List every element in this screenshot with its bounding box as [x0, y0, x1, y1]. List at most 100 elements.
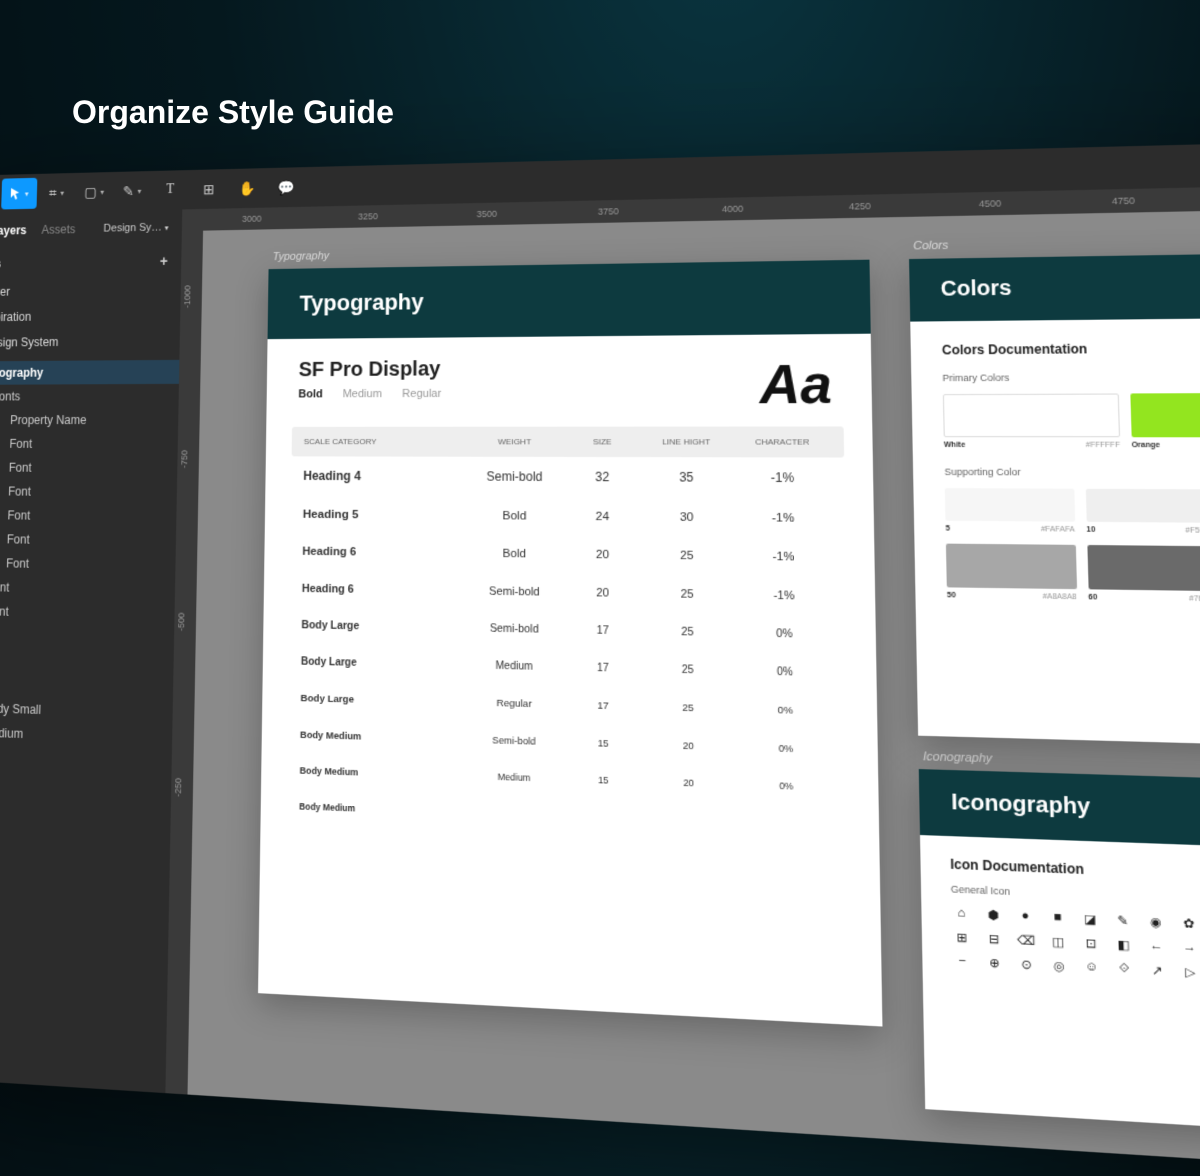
iconography-frame[interactable]: Iconography Icon Documentation General I… [919, 769, 1200, 1149]
layer-item[interactable]: ⦀Font [0, 551, 176, 578]
layer-label: Body Small [0, 701, 41, 717]
icon-sample: ✎ [1112, 913, 1133, 929]
layer-item[interactable]: ⦀ Font [0, 479, 177, 504]
icon-sample: ← [1146, 939, 1168, 955]
page-item[interactable]: Design System [0, 328, 180, 356]
layer-item[interactable]: #Typography [0, 360, 179, 385]
layer-type-icon: ⦀ [0, 414, 3, 427]
card-title: Colors [909, 249, 1200, 321]
color-swatch[interactable]: 5#FAFAFA [945, 488, 1075, 534]
icon-sample: ◎ [1048, 958, 1069, 974]
icon-sample: ⌫ [1016, 933, 1037, 949]
frame-label[interactable]: Iconography [923, 750, 992, 765]
layer-item[interactable]: ⦀Font [0, 503, 177, 529]
shape-tool-button[interactable]: ▢▾ [76, 176, 113, 208]
typography-frame[interactable]: Typography SF Pro Display Bold Medium Re… [258, 260, 882, 1027]
icon-sample: ⊕ [984, 955, 1005, 971]
color-swatch[interactable]: 50#A8A8A8 [946, 544, 1077, 602]
layer-type-icon: ⦀ [0, 461, 1, 474]
icon-sample: ⬢ [983, 907, 1004, 923]
layer-label: Font [0, 604, 9, 618]
icon-sample: ■ [1047, 910, 1068, 926]
layer-item[interactable]: ⦀ Font [0, 456, 178, 481]
layer-label: Fonts [0, 390, 20, 404]
move-tool-button[interactable]: ▾ [1, 178, 37, 210]
icon-sample: ⟐ [1114, 961, 1135, 977]
font-weight-label: Medium [343, 388, 382, 400]
layer-item[interactable]: ⦀Font [0, 575, 175, 603]
comment-tool-button[interactable]: 💬 [268, 171, 306, 204]
icon-sample: ◧ [1113, 937, 1134, 953]
layer-label: Font [7, 532, 30, 546]
label: Supporting Color [944, 466, 1200, 479]
icon-sample: ◪ [1080, 912, 1101, 928]
label: Primary Colors [942, 370, 1200, 384]
colors-frame[interactable]: Colors Colors Documentation Primary Colo… [909, 249, 1200, 753]
layer-label: Font [8, 485, 31, 499]
layer-label: Font [0, 580, 9, 594]
icon-sample: ☺ [1081, 960, 1102, 976]
layer-label: Font [7, 508, 30, 522]
layer-type-icon: ⦀ [0, 485, 1, 498]
color-swatch[interactable]: 10#F5F5F5 [1085, 489, 1200, 535]
frame-label[interactable]: Typography [273, 250, 330, 263]
icon-sample: ◫ [1048, 934, 1069, 950]
icon-sample: ● [1015, 909, 1036, 925]
font-weight-label: Bold [298, 388, 322, 400]
icon-sample: ✿ [1178, 916, 1200, 932]
left-sidebar: ⌕ Layers Assets Design Sy… ▾ Pages + Cov… [0, 209, 182, 1093]
font-family-name: SF Pro Display [299, 355, 837, 382]
icon-sample: ↗ [1146, 963, 1168, 979]
tab-layers[interactable]: Layers [0, 223, 27, 237]
layer-item[interactable]: ⦀Font [0, 647, 174, 677]
pages-header: Pages + [0, 245, 182, 280]
frame-tool-button[interactable]: ⌗▾ [38, 177, 74, 209]
layer-label: Font [6, 556, 29, 570]
add-page-button[interactable]: + [160, 253, 168, 269]
layer-item[interactable]: ⦀ Font [0, 432, 178, 456]
table-row: Heading 4Semi-bold3235-1% [291, 456, 845, 498]
layer-item[interactable]: ⦀Font [0, 623, 174, 652]
color-swatch[interactable]: Orange#7FEC11 [1130, 393, 1200, 450]
layer-item[interactable]: ⦀ Property Name [0, 408, 178, 432]
page-item[interactable]: Cover [0, 276, 181, 305]
card-title: Typography [268, 260, 871, 339]
icon-sample: ⊡ [1080, 936, 1101, 952]
color-swatch[interactable]: 60#767676 [1087, 545, 1200, 604]
layer-label: Property Name [10, 413, 87, 427]
icon-sample: ⊞ [952, 930, 973, 946]
icon-sample: ▷ [1180, 964, 1200, 980]
color-swatch[interactable]: White#FFFFFF [943, 393, 1120, 449]
canvas[interactable]: -1000-750-500-250 3000325035003750400042… [165, 182, 1200, 1176]
layer-type-icon: ⦀ [0, 437, 2, 450]
font-sample: Aa [759, 353, 832, 417]
icon-sample: ◉ [1145, 914, 1167, 930]
text-tool-button[interactable]: T [152, 174, 189, 206]
table-header: SCALE CATEGORY WEIGHT SIZE LINE HIGHT CH… [292, 426, 844, 457]
layer-item[interactable]: ≡Fonts [0, 384, 179, 409]
table-row: Heading 5Bold2430-1% [291, 495, 846, 538]
section-heading: Colors Documentation [942, 338, 1200, 358]
layer-label: Medium [0, 726, 23, 741]
icon-sample: − [952, 954, 973, 970]
figma-app-window: ▾ ▾ ⌗▾ ▢▾ ✎▾ T ⊞ ✋ 💬 Dra ⌕ Layers Assets… [0, 139, 1200, 1176]
file-dropdown[interactable]: Design Sy… ▾ [103, 221, 168, 234]
page-title: Organize Style Guide [72, 94, 394, 131]
layer-item[interactable]: ⦀Font [0, 527, 176, 553]
resources-button[interactable]: ⊞ [190, 173, 227, 205]
layer-item[interactable]: ⦀Font [0, 599, 175, 627]
layer-label: Font [9, 461, 32, 475]
frame-label[interactable]: Colors [913, 239, 948, 252]
font-weight-label: Regular [402, 388, 441, 400]
layers-tree: #Typography≡Fonts⦀Property Name⦀Font⦀Fon… [0, 360, 179, 801]
hand-tool-button[interactable]: ✋ [229, 172, 266, 204]
icon-sample: → [1179, 940, 1200, 956]
layer-label: Font [9, 437, 32, 451]
icon-sample: ⊟ [983, 931, 1004, 947]
pen-tool-button[interactable]: ✎▾ [114, 175, 151, 207]
icon-sample: ⌂ [951, 906, 972, 922]
icon-sample: ⊙ [1016, 957, 1037, 973]
page-item[interactable]: Inspiration [0, 302, 181, 330]
layer-label: Typography [0, 366, 43, 380]
tab-assets[interactable]: Assets [41, 222, 75, 236]
